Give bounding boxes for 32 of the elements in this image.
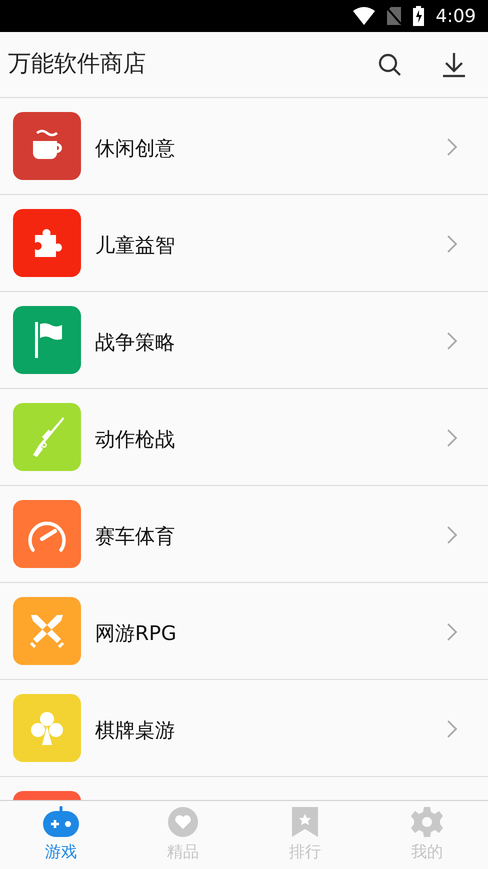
category-row[interactable]: 战争策略 [0,292,488,389]
app-title: 万能软件商店 [8,50,147,80]
category-label: 动作枪战 [95,426,176,453]
chevron-right-icon [446,719,458,739]
status-time: 4:09 [436,4,476,28]
category-row[interactable]: 休闲创意 [0,98,488,195]
category-row[interactable]: 赛车体育 [0,486,488,583]
search-icon [378,52,402,76]
nav-tab[interactable]: 游戏 [0,801,122,869]
category-label: 儿童益智 [95,232,176,259]
gamepad-icon [42,806,80,838]
no-sim-icon [386,7,401,25]
category-label: 战争策略 [95,329,176,356]
chevron-right-icon [446,137,458,157]
chevron-right-icon [446,234,458,254]
category-row[interactable]: 动作枪战 [0,389,488,486]
category-label: 棋牌桌游 [95,717,176,744]
battery-charging-icon [412,6,424,26]
chevron-right-icon [446,622,458,642]
category-label: 赛车体育 [95,523,176,550]
gear-icon [411,806,443,838]
bookmark-star-icon [291,806,319,838]
category-label: 网游RPG [95,620,178,647]
chevron-right-icon [446,525,458,545]
chevron-right-icon [446,428,458,448]
chevron-right-icon [446,331,458,351]
wifi-icon [352,7,375,25]
category-row[interactable]: 棋牌桌游 [0,680,488,777]
category-row[interactable]: 儿童益智 [0,195,488,292]
category-row[interactable]: 网游RPG [0,583,488,680]
category-label: 休闲创意 [95,135,176,162]
download-icon [442,52,466,78]
